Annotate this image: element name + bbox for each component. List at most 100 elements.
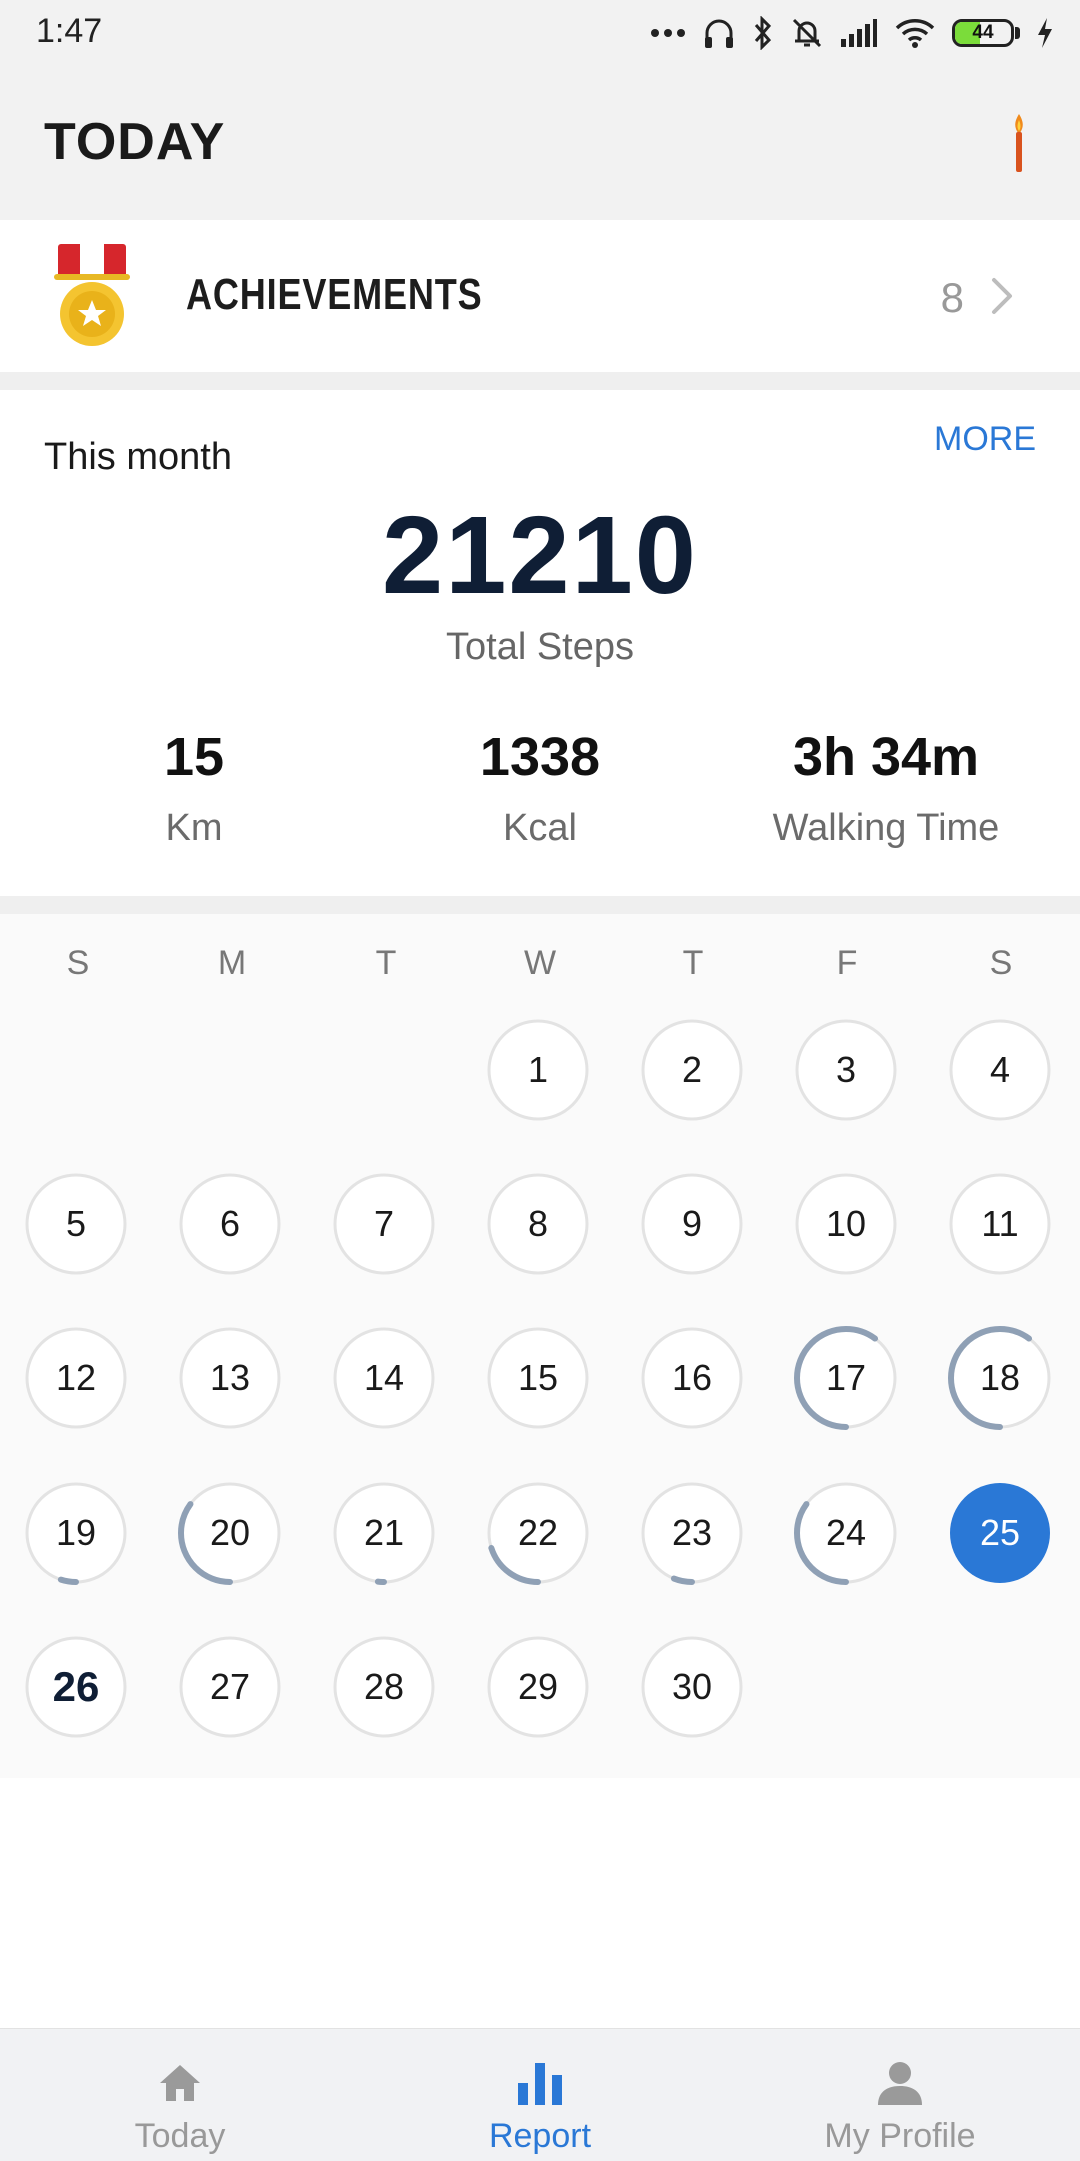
day-number: 6 — [219, 1203, 241, 1244]
calendar-day[interactable]: 22 — [486, 1481, 590, 1585]
day-number: 25 — [979, 1512, 1021, 1553]
day-number: 26 — [52, 1663, 100, 1710]
day-number: 22 — [517, 1512, 559, 1553]
day-number: 29 — [517, 1666, 559, 1707]
day-number: 14 — [363, 1357, 405, 1398]
day-number: 20 — [209, 1512, 251, 1553]
day-number: 21 — [363, 1512, 405, 1553]
month-summary-card: This month MORE 21210 Total Steps 15 Km … — [0, 390, 1080, 896]
battery-text: 44 — [972, 22, 994, 43]
calendar-day[interactable]: 27 — [178, 1635, 282, 1739]
calendar-day[interactable]: 25 — [948, 1481, 1052, 1585]
calendar-day[interactable]: 5 — [24, 1172, 128, 1276]
torch-icon[interactable] — [1010, 112, 1028, 174]
achievements-label: ACHIEVEMENTS — [186, 270, 483, 319]
calendar-day[interactable]: 13 — [178, 1326, 282, 1430]
calendar-day[interactable]: 18 — [948, 1326, 1052, 1430]
day-number: 9 — [681, 1203, 703, 1244]
day-number: 17 — [825, 1357, 867, 1398]
calendar-day[interactable]: 12 — [24, 1326, 128, 1430]
achievements-row[interactable]: ACHIEVEMENTS 8 — [0, 220, 1080, 372]
mute-icon — [792, 18, 822, 48]
day-number: 7 — [373, 1203, 395, 1244]
more-dots-icon — [651, 29, 685, 37]
status-icons: 44 — [650, 10, 1054, 56]
day-number: 2 — [681, 1049, 703, 1090]
day-number: 12 — [55, 1357, 97, 1398]
nav-label: Today — [134, 2117, 226, 2155]
calendar-day[interactable]: 28 — [332, 1635, 436, 1739]
calendar-day[interactable]: 29 — [486, 1635, 590, 1739]
day-number: 5 — [65, 1203, 87, 1244]
section-divider — [0, 896, 1080, 914]
calendar-day[interactable]: 8 — [486, 1172, 590, 1276]
calendar-day[interactable]: 17 — [794, 1326, 898, 1430]
nav-item-report[interactable]: Report — [360, 2029, 720, 2161]
home-icon — [160, 2065, 200, 2101]
total-steps-value: 21210 — [382, 494, 698, 617]
nav-label: Report — [488, 2117, 592, 2155]
day-number: 15 — [517, 1357, 559, 1398]
status-time: 1:47 — [36, 12, 103, 50]
nav-item-my-profile[interactable]: My Profile — [720, 2029, 1080, 2161]
day-number: 13 — [209, 1357, 251, 1398]
calendar-day[interactable]: 7 — [332, 1172, 436, 1276]
stat-label: Kcal — [503, 807, 577, 849]
day-number: 28 — [363, 1666, 405, 1707]
calendar-day[interactable]: 9 — [640, 1172, 744, 1276]
nav-item-today[interactable]: Today — [0, 2029, 360, 2161]
stat-label: Km — [165, 807, 223, 849]
chevron-right-icon — [992, 278, 1012, 314]
calendar-day[interactable]: 26 — [24, 1635, 128, 1739]
weekday-label: F — [836, 944, 858, 982]
calendar-day[interactable]: 15 — [486, 1326, 590, 1430]
medal-icon — [54, 244, 130, 346]
status-bar: 1:47 44 — [0, 0, 1080, 66]
calendar-day[interactable]: 16 — [640, 1326, 744, 1430]
page-title: TODAY — [44, 113, 226, 171]
stat-label: Walking Time — [772, 807, 1000, 849]
bar-chart-icon — [518, 2063, 562, 2105]
calendar-day[interactable]: 2 — [640, 1018, 744, 1122]
weekday-label: S — [66, 944, 90, 982]
calendar-day[interactable]: 30 — [640, 1635, 744, 1739]
calendar-day[interactable]: 24 — [794, 1481, 898, 1585]
weekday-label: S — [989, 944, 1013, 982]
day-number: 30 — [671, 1666, 713, 1707]
day-number: 16 — [671, 1357, 713, 1398]
wifi-icon — [895, 19, 935, 48]
calendar-day[interactable]: 14 — [332, 1326, 436, 1430]
calendar-day[interactable]: 20 — [178, 1481, 282, 1585]
signal-icon — [841, 19, 877, 47]
calendar-day[interactable]: 19 — [24, 1481, 128, 1585]
weekday-label: W — [523, 944, 557, 982]
day-number: 19 — [55, 1512, 97, 1553]
calendar-day[interactable]: 10 — [794, 1172, 898, 1276]
nav-label: My Profile — [824, 2117, 976, 2155]
calendar-day[interactable]: 23 — [640, 1481, 744, 1585]
more-link[interactable]: MORE — [934, 420, 1036, 459]
calendar-day[interactable]: 4 — [948, 1018, 1052, 1122]
app-header: TODAY — [0, 66, 1080, 220]
day-number: 23 — [671, 1512, 713, 1553]
weekday-label: T — [682, 944, 704, 982]
day-number: 8 — [527, 1203, 549, 1244]
bottom-nav: Today Report My Profile — [0, 2028, 1080, 2161]
headphones-icon — [705, 19, 733, 48]
stat-value: 1338 — [479, 727, 601, 787]
day-number: 11 — [981, 1203, 1019, 1244]
day-number: 18 — [979, 1357, 1021, 1398]
stat-distance: 15 Km — [14, 724, 374, 858]
calendar-day[interactable]: 11 — [948, 1172, 1052, 1276]
calendar-day[interactable]: 1 — [486, 1018, 590, 1122]
calendar-day[interactable]: 3 — [794, 1018, 898, 1122]
day-number: 10 — [825, 1203, 867, 1244]
achievements-count: 8 — [940, 274, 964, 321]
day-number: 1 — [527, 1049, 549, 1090]
bluetooth-icon — [754, 16, 772, 50]
section-divider — [0, 372, 1080, 390]
calendar-day[interactable]: 6 — [178, 1172, 282, 1276]
day-number: 3 — [835, 1049, 857, 1090]
calendar-day[interactable]: 21 — [332, 1481, 436, 1585]
total-steps-label: Total Steps — [446, 626, 634, 668]
